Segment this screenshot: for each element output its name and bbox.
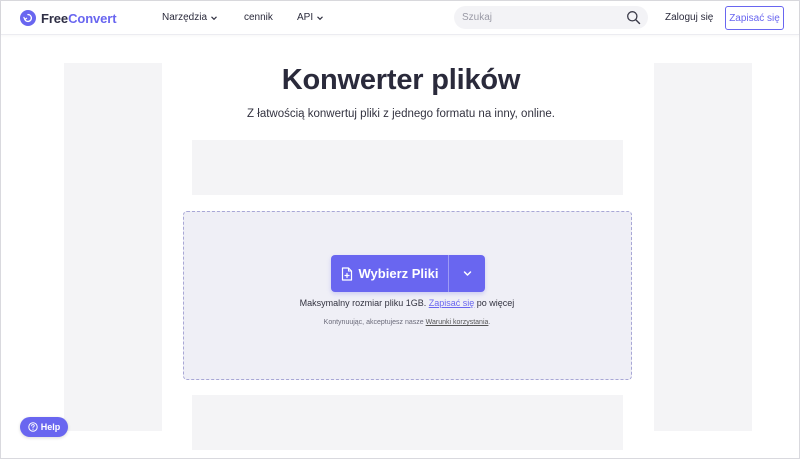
search-box: [454, 6, 648, 29]
choose-files-label: Wybierz Pliki: [358, 266, 439, 281]
page-title: Konwerter plików: [281, 64, 521, 96]
file-drop-zone[interactable]: Wybierz Pliki Maksymalny rozmiar pliku 1…: [183, 211, 632, 380]
upload-source-dropdown[interactable]: [449, 255, 485, 292]
logo[interactable]: FreeConvert: [20, 10, 117, 26]
terms-prefix: Kontynuując, akceptujesz nasze: [323, 319, 424, 326]
nav-pricing-link[interactable]: cennik: [244, 12, 273, 23]
signup-button[interactable]: Zapisać się: [725, 6, 784, 30]
help-label: Help: [40, 422, 61, 432]
chevron-down-icon: [317, 15, 324, 20]
logo-text-convert: Convert: [68, 10, 117, 26]
terms-notice: Kontynuując, akceptujesz nasze Warunki k…: [184, 319, 630, 326]
ad-placeholder-top: [192, 140, 623, 195]
nav-tools-menu[interactable]: Narzędzia: [162, 12, 218, 23]
file-size-limit-text: Maksymalny rozmiar pliku 1GB. Zapisać si…: [184, 298, 630, 308]
search-input[interactable]: [462, 10, 622, 25]
ad-placeholder-bottom: [192, 395, 623, 450]
search-icon[interactable]: [626, 10, 641, 25]
top-header: FreeConvert Narzędzia cennik API Zaloguj…: [1, 1, 799, 35]
chevron-down-icon: [211, 15, 217, 20]
limit-prefix: Maksymalny rozmiar pliku 1GB.: [299, 298, 427, 308]
logo-text-free: Free: [41, 10, 69, 26]
logo-icon: [20, 10, 36, 26]
help-icon: [28, 422, 38, 432]
nav-api-label: API: [297, 12, 314, 23]
page-subtitle: Z łatwością konwertuj pliki z jednego fo…: [247, 108, 555, 120]
nav-pricing-label: cennik: [244, 12, 273, 23]
file-plus-icon: [341, 266, 352, 281]
nav-tools-label: Narzędzia: [162, 12, 208, 23]
nav-api-menu[interactable]: API: [297, 12, 324, 23]
login-link[interactable]: Zaloguj się: [665, 12, 713, 23]
chevron-down-icon: [463, 271, 471, 276]
limit-signup-link[interactable]: Zapisać się: [429, 298, 475, 308]
limit-suffix: po więcej: [476, 298, 515, 308]
help-button[interactable]: Help: [20, 417, 68, 437]
ad-placeholder-right: [654, 63, 752, 431]
choose-files-button[interactable]: Wybierz Pliki: [331, 255, 448, 292]
terms-suffix: .: [488, 319, 491, 326]
ad-placeholder-left: [64, 63, 162, 431]
terms-of-use-link[interactable]: Warunki korzystania: [426, 319, 489, 326]
logo-text: FreeConvert: [41, 10, 117, 26]
choose-files-button-group: Wybierz Pliki: [331, 255, 485, 292]
